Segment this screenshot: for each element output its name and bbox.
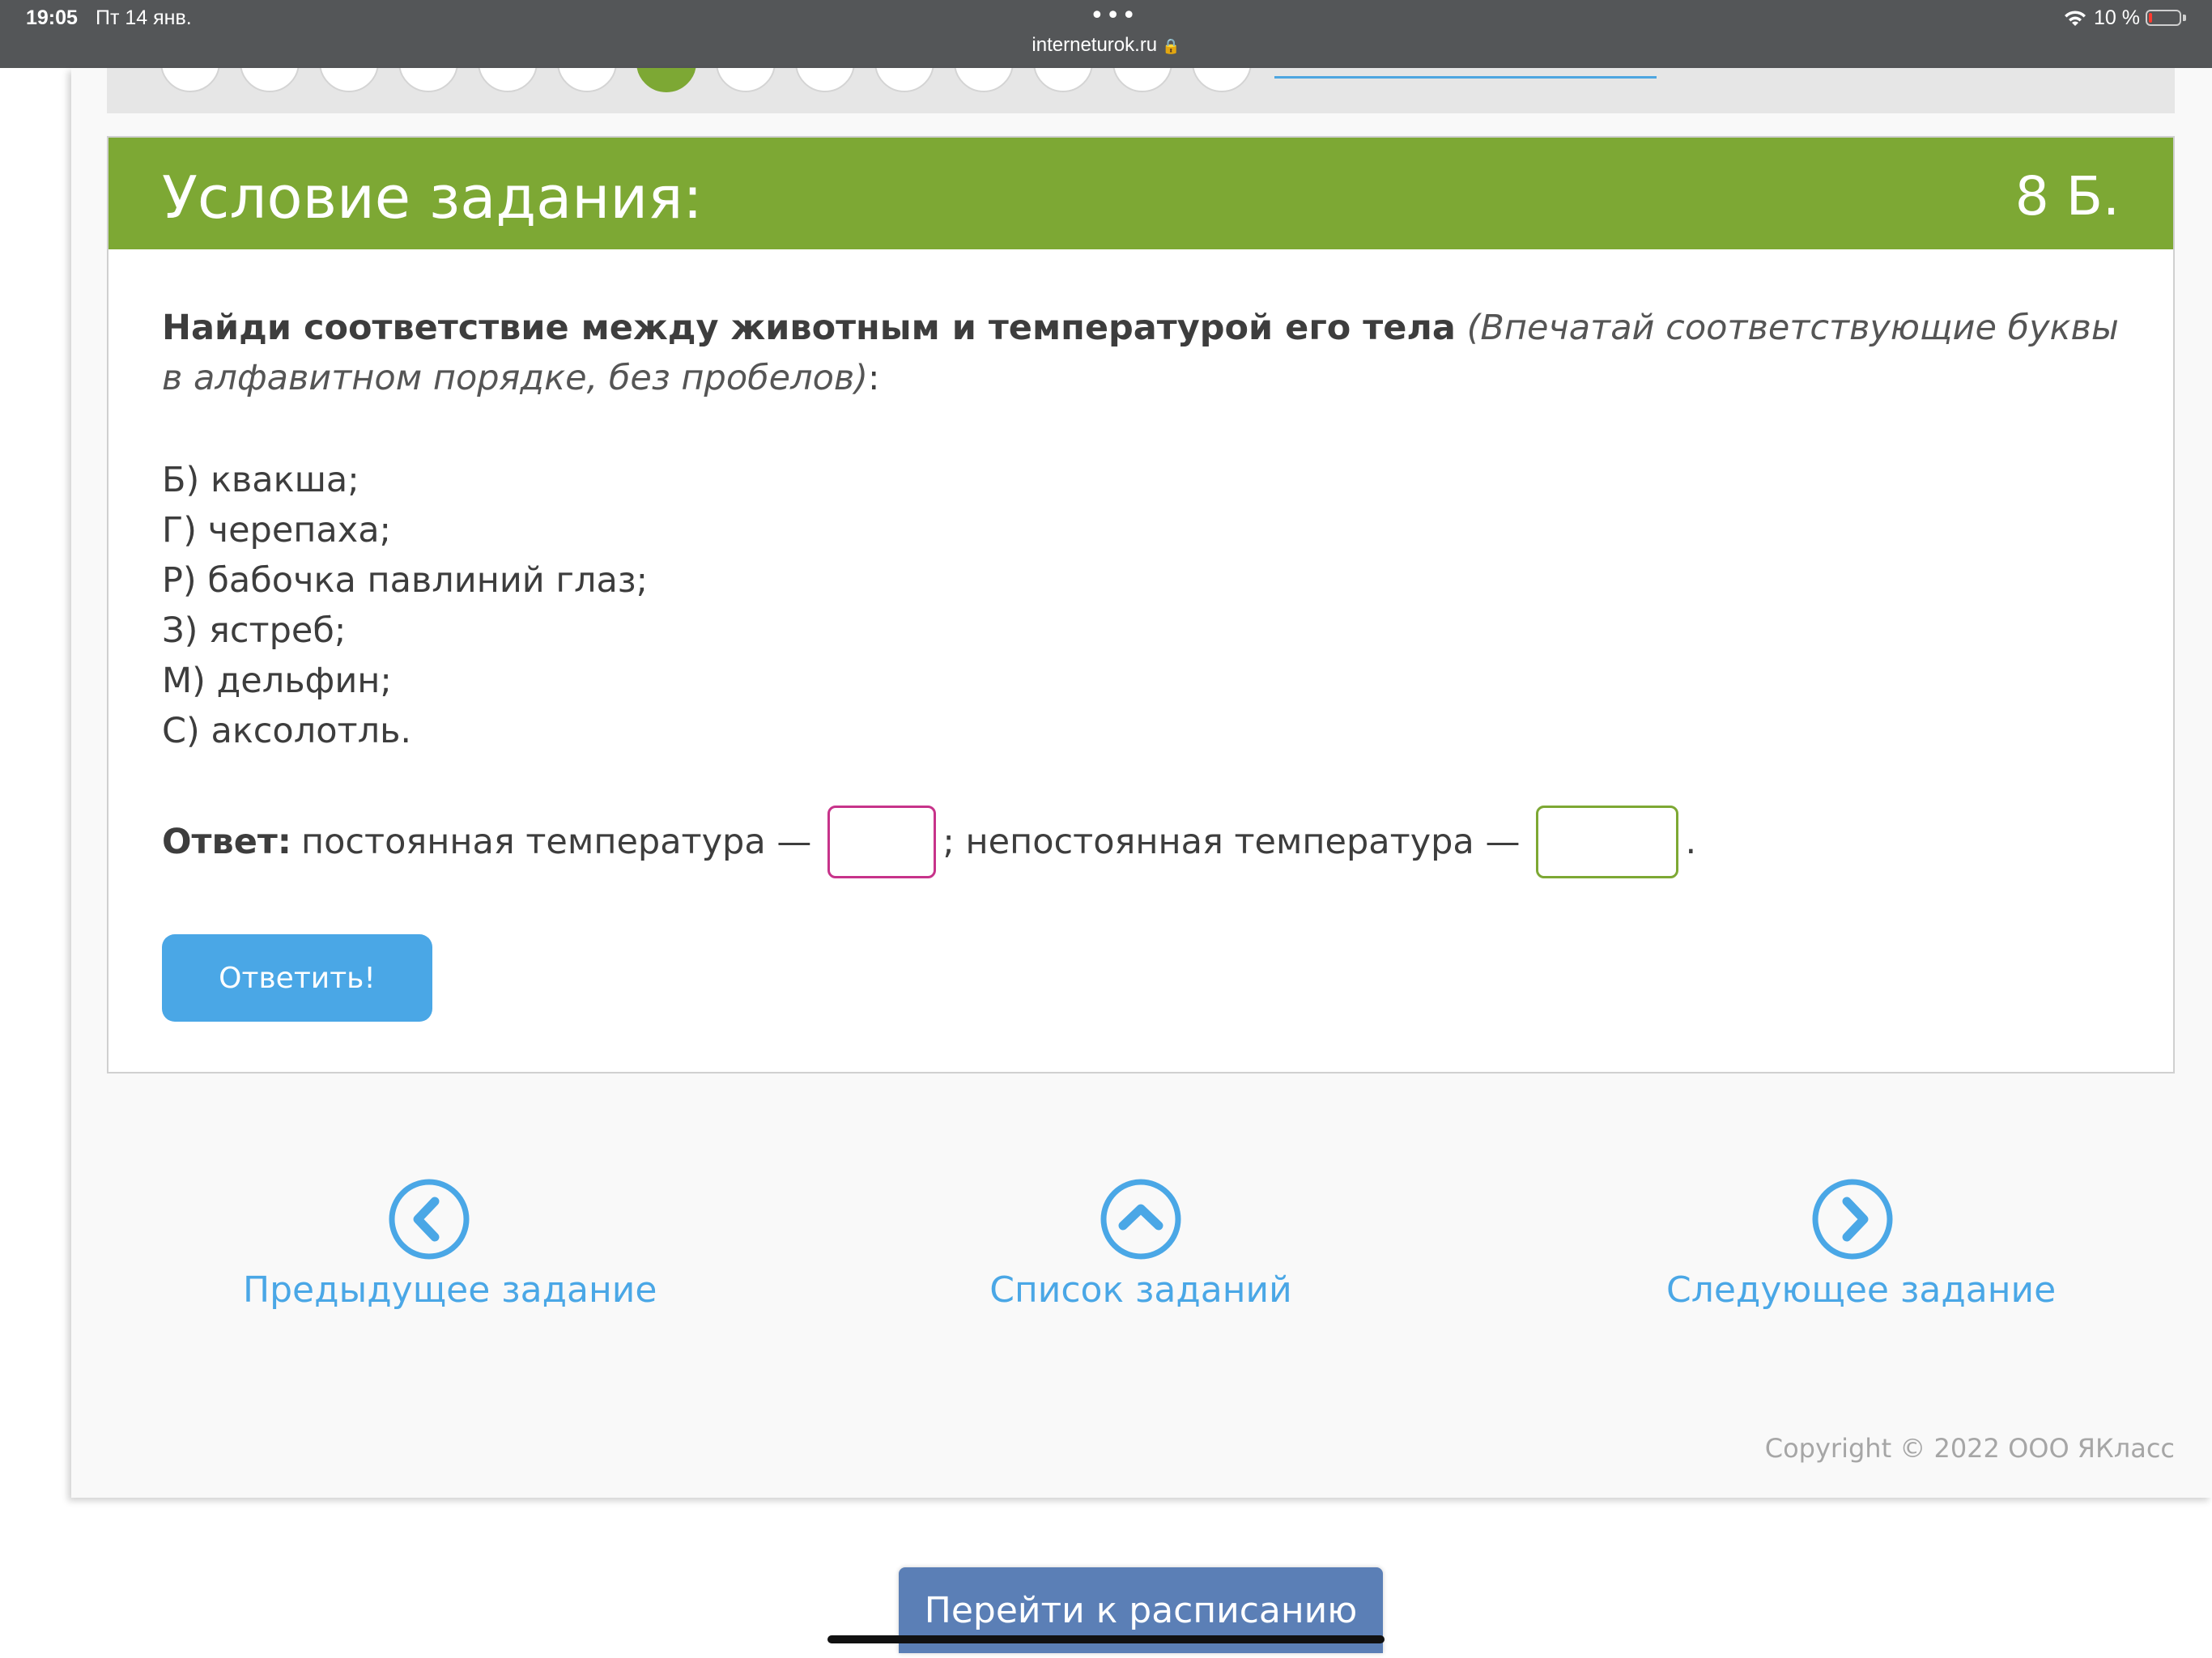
chevron-right-icon — [1812, 1179, 1893, 1260]
list-item: Б) квакша; — [162, 460, 359, 500]
task-card: Условие задания: 8 Б. Найди соответствие… — [107, 136, 2175, 1073]
variable-temp-input[interactable] — [1536, 806, 1679, 878]
task-list-label: Список заданий — [989, 1269, 1292, 1311]
instruction-bold: Найди соответствие между животным и темп… — [162, 308, 1456, 348]
answer-end: . — [1685, 822, 1697, 862]
task-title: Условие задания: — [162, 164, 703, 232]
task-progress-circle[interactable] — [1033, 68, 1093, 92]
chevron-up-icon — [1100, 1179, 1181, 1260]
progress-link[interactable] — [1274, 68, 1657, 79]
task-progress-circle[interactable] — [319, 68, 379, 92]
submit-button[interactable]: Ответить! — [162, 934, 432, 1022]
wifi-icon — [2065, 11, 2086, 26]
status-bar: 19:05 Пт 14 янв. ••• interneturok.ru 🔒 10… — [0, 0, 2212, 68]
url-text: interneturok.ru — [1032, 34, 1158, 56]
more-dots-icon[interactable]: ••• — [1090, 2, 1138, 30]
task-instruction: Найди соответствие между животным и темп… — [162, 303, 2121, 403]
copyright-text: Copyright © 2022 ООО ЯКласс — [1764, 1433, 2175, 1464]
task-header: Условие задания: 8 Б. — [108, 138, 2173, 249]
answer-row: Ответ: постоянная температура — ; непост… — [162, 805, 1696, 879]
task-progress-circle[interactable] — [795, 68, 855, 92]
answer-label: Ответ: — [162, 822, 291, 862]
constant-temp-input[interactable] — [827, 806, 937, 878]
task-progress-circle[interactable] — [716, 68, 776, 92]
list-item: З) ястреб; — [162, 610, 347, 651]
options-list: Б) квакша; Г) черепаха; Р) бабочка павли… — [162, 455, 648, 756]
task-progress-circle[interactable] — [478, 68, 538, 92]
battery-level-fill — [2149, 13, 2152, 23]
prev-task-label: Предыдущее задание — [243, 1269, 657, 1311]
task-progress-circle[interactable] — [874, 68, 934, 92]
home-indicator — [827, 1635, 1385, 1643]
task-points: 8 Б. — [2014, 165, 2120, 227]
instruction-tail: : — [868, 358, 880, 398]
next-task-link[interactable]: Следующее задание — [1666, 1179, 2057, 1311]
task-progress-circle[interactable] — [160, 68, 220, 92]
list-item: М) дельфин; — [162, 661, 392, 701]
task-progress-circle[interactable] — [636, 68, 696, 92]
lock-icon: 🔒 — [1162, 38, 1180, 54]
status-date: Пт 14 янв. — [96, 6, 192, 29]
task-progress-circle[interactable] — [557, 68, 617, 92]
battery-percent: 10 % — [2094, 6, 2140, 29]
address-bar[interactable]: interneturok.ru 🔒 — [0, 34, 2212, 57]
status-time: 19:05 — [26, 6, 78, 29]
task-progress-circle[interactable] — [398, 68, 458, 92]
task-progress-circle[interactable] — [240, 68, 300, 92]
task-list-link[interactable]: Список заданий — [960, 1179, 1321, 1311]
prev-task-link[interactable]: Предыдущее задание — [243, 1179, 657, 1311]
battery-icon — [2146, 10, 2181, 26]
answer-part2: ; непостоянная температура — — [942, 822, 1521, 862]
list-item: С) аксолотль. — [162, 711, 412, 751]
task-progress-strip — [107, 68, 2175, 113]
task-progress-circle[interactable] — [1112, 68, 1172, 92]
task-progress-circle[interactable] — [954, 68, 1014, 92]
list-item: Р) бабочка павлиний глаз; — [162, 560, 649, 601]
chevron-left-icon — [389, 1179, 470, 1260]
task-progress-circle[interactable] — [1192, 68, 1252, 92]
battery-tip — [2183, 15, 2186, 21]
next-task-label: Следующее задание — [1666, 1269, 2057, 1311]
answer-part1: постоянная температура — — [300, 822, 812, 862]
list-item: Г) черепаха; — [162, 510, 392, 551]
